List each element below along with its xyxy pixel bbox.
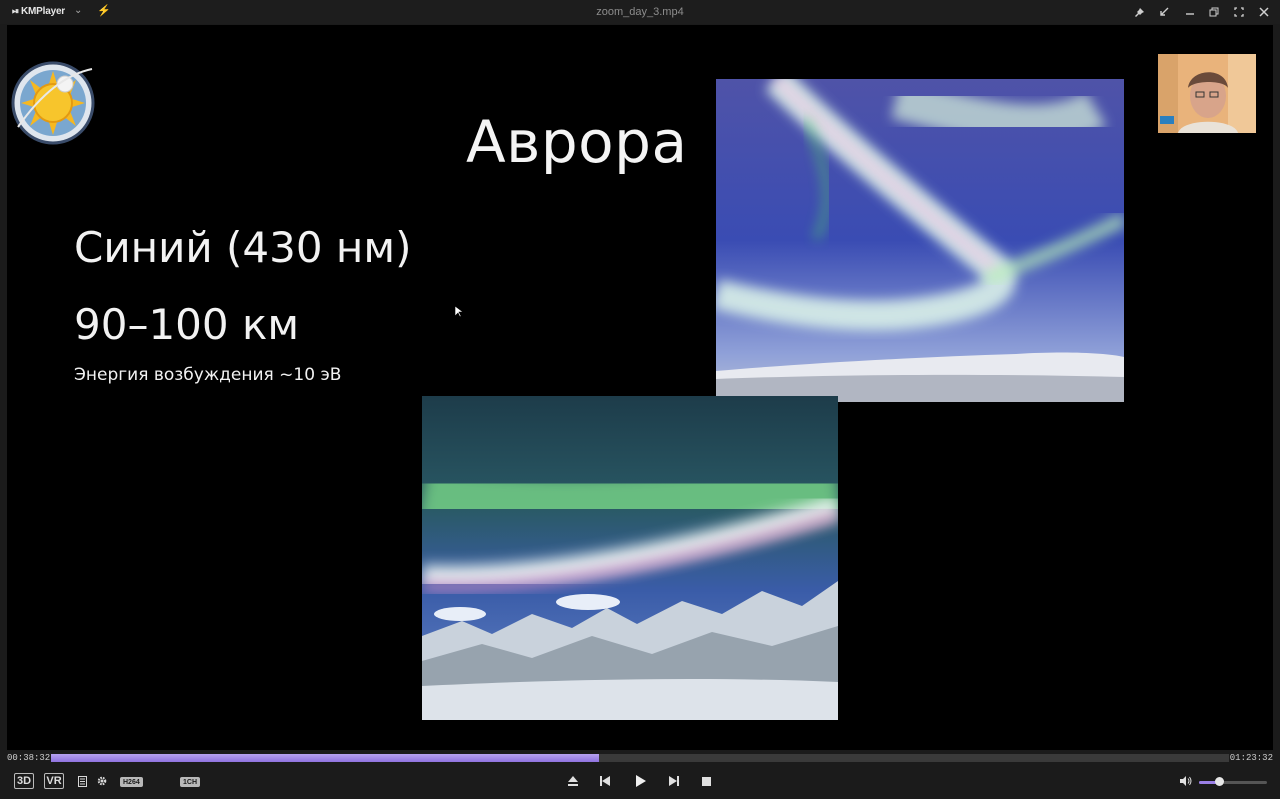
vr-button[interactable]: VR	[44, 773, 64, 789]
eject-icon[interactable]	[566, 774, 580, 788]
title-bar: ⏯ KMPlayer ⌄ ⚡ zoom_day_3.mp4	[0, 0, 1280, 24]
fullscreen-icon[interactable]	[1230, 3, 1248, 21]
volume-slider[interactable]	[1199, 781, 1267, 784]
next-icon[interactable]	[667, 774, 681, 788]
codec-badge: H264	[120, 777, 143, 787]
playlist-icon[interactable]	[76, 775, 88, 787]
seek-bar-progress	[51, 754, 599, 762]
mouse-cursor-icon	[455, 306, 463, 318]
slide-color-line: Синий (430 нм)	[74, 223, 412, 272]
aurora-photo-bottom	[422, 396, 838, 720]
speaker-icon[interactable]	[1178, 774, 1192, 788]
mini-mode-icon[interactable]	[1155, 3, 1173, 21]
3d-button[interactable]: 3D	[14, 773, 34, 789]
pin-icon[interactable]	[1130, 3, 1148, 21]
webcam-thumbnail	[1158, 54, 1256, 133]
audio-channel-badge: 1CH	[180, 777, 201, 787]
aurora-photo-top	[716, 79, 1124, 402]
slide-title: Аврора	[466, 108, 688, 176]
restore-icon[interactable]	[1205, 3, 1223, 21]
current-time: 00:38:32	[7, 753, 51, 763]
minimize-icon[interactable]	[1181, 3, 1199, 21]
total-time: 01:23:32	[1229, 753, 1273, 763]
previous-icon[interactable]	[598, 774, 612, 788]
close-icon[interactable]	[1255, 3, 1273, 21]
sun-logo	[11, 61, 95, 145]
video-area[interactable]: Аврора Синий (430 нм) 90–100 км Энергия …	[7, 25, 1273, 750]
seek-bar[interactable]	[51, 754, 1229, 762]
settings-gear-icon[interactable]	[95, 774, 109, 788]
slide-altitude-line: 90–100 км	[74, 300, 300, 349]
stop-icon[interactable]	[700, 775, 712, 787]
slide-energy-line: Энергия возбуждения ~10 эВ	[74, 365, 342, 385]
play-icon[interactable]	[633, 773, 649, 789]
window-title: zoom_day_3.mp4	[596, 6, 684, 18]
